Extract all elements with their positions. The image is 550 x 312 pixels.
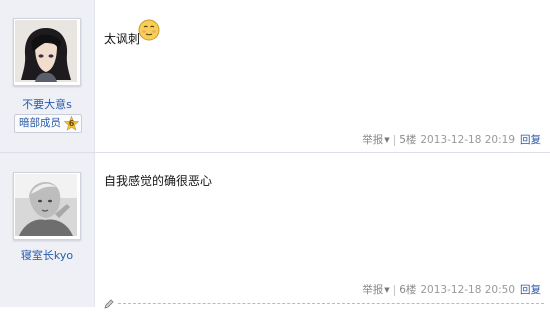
meta-separator: | [392, 134, 397, 146]
floor-number: 6楼 [399, 284, 417, 296]
post-time: 2013-12-18 20:19 [420, 134, 515, 146]
report-link[interactable]: 举报▼ [362, 134, 389, 146]
reply-link[interactable]: 回复 [520, 284, 541, 296]
post-meta: 举报▼ | 5楼 2013-12-18 20:19 回复 [362, 132, 541, 147]
meta-separator: | [392, 284, 397, 296]
level-number: 6 [68, 119, 75, 128]
caret-down-icon: ▼ [384, 286, 390, 294]
post-floor-6: 寝室长kyo 自我感觉的确很恶心 举报▼ | 6楼 2013-12-18 20:50 回… [0, 153, 550, 309]
avatar[interactable] [13, 18, 81, 86]
edit-signature-row [104, 299, 544, 309]
post-content: 自我感觉的确很恶心 [104, 174, 213, 188]
floor-number: 5楼 [399, 134, 417, 146]
anime-avatar-image [15, 20, 77, 82]
photo-avatar-image [15, 174, 77, 236]
post-meta: 举报▼ | 6楼 2013-12-18 20:50 回复 [362, 282, 541, 297]
post-floor-5: 不要大意s 暗部成员 6 太讽刺 举报▼ | 5楼 2013-12-18 20:19 回… [0, 0, 550, 152]
pencil-icon[interactable] [104, 298, 114, 312]
avatar[interactable] [13, 172, 81, 240]
post-time: 2013-12-18 20:50 [420, 284, 515, 296]
username[interactable]: 不要大意s [0, 96, 94, 112]
reply-link[interactable]: 回复 [520, 134, 541, 146]
report-label: 举报 [362, 284, 384, 296]
report-label: 举报 [362, 134, 384, 146]
caret-down-icon: ▼ [384, 136, 390, 144]
author-sidebar: 不要大意s 暗部成员 6 [0, 0, 95, 152]
username[interactable]: 寝室长kyo [0, 247, 94, 263]
author-sidebar: 寝室长kyo [0, 153, 95, 307]
post-content: 太讽刺 [104, 32, 141, 46]
user-group-label: 暗部成员 [19, 117, 61, 129]
shy-smiley-icon [138, 19, 160, 41]
user-group-badge[interactable]: 暗部成员 6 [14, 114, 82, 133]
level-star-icon: 6 [64, 116, 79, 131]
report-link[interactable]: 举报▼ [362, 284, 389, 296]
dashed-divider [118, 303, 544, 304]
